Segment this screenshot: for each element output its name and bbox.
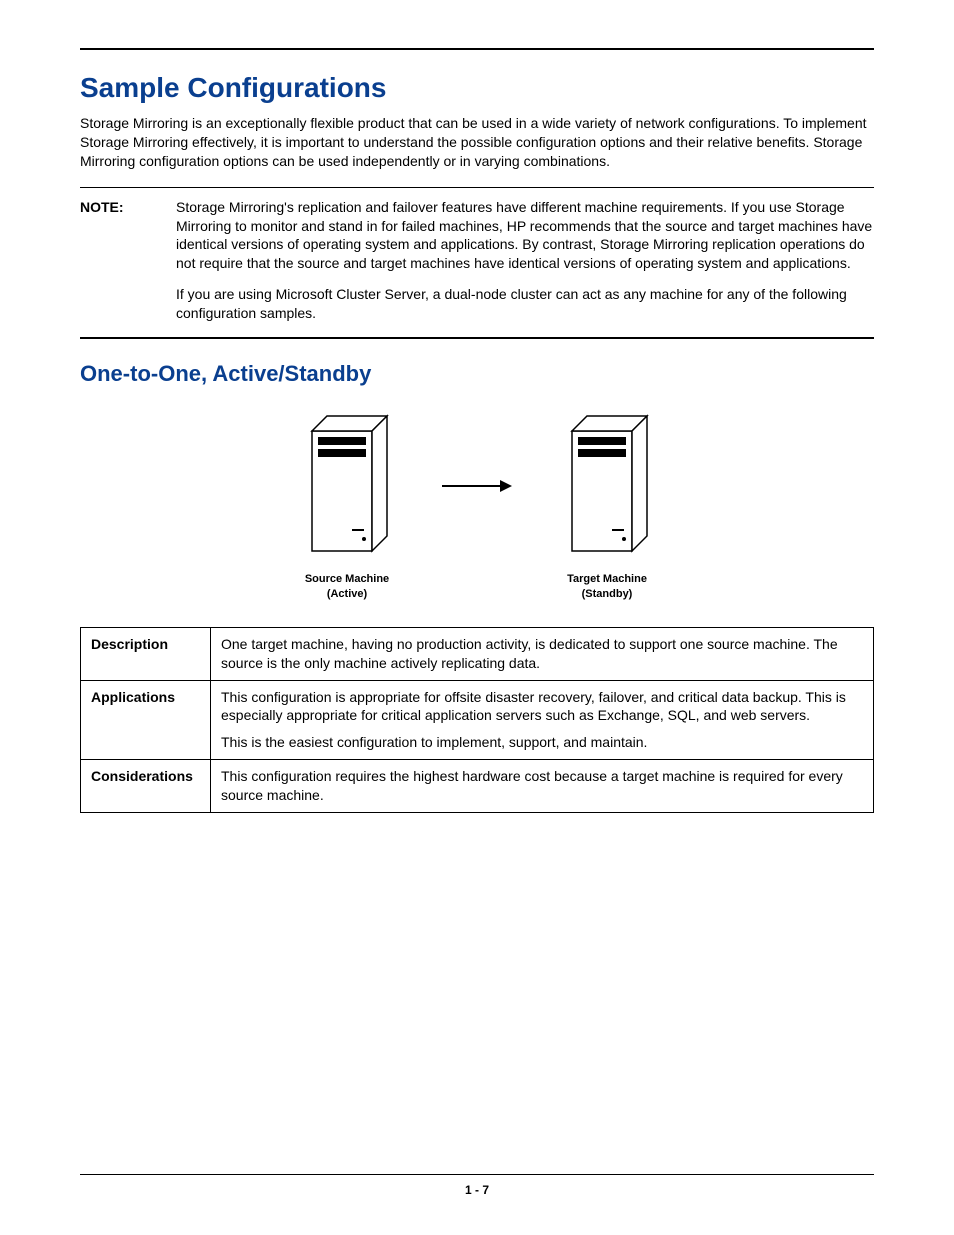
- note-paragraph-1: Storage Mirroring's replication and fail…: [176, 198, 874, 274]
- note-body: Storage Mirroring's replication and fail…: [176, 198, 874, 323]
- source-label-1: Source Machine: [302, 572, 392, 587]
- target-label-2: (Standby): [562, 587, 652, 602]
- applications-text: This configuration is appropriate for of…: [211, 680, 874, 760]
- table-row: Description One target machine, having n…: [81, 627, 874, 680]
- description-text: One target machine, having no production…: [211, 627, 874, 680]
- arrow-icon: [442, 411, 512, 561]
- configuration-table: Description One target machine, having n…: [80, 627, 874, 813]
- intro-paragraph: Storage Mirroring is an exceptionally fl…: [80, 114, 874, 171]
- note-block: NOTE: Storage Mirroring's replication an…: [80, 187, 874, 339]
- note-label: NOTE:: [80, 198, 148, 323]
- page-title: Sample Configurations: [80, 72, 874, 104]
- note-paragraph-2: If you are using Microsoft Cluster Serve…: [176, 285, 874, 323]
- target-machine-figure: Target Machine (Standby): [562, 411, 652, 603]
- server-icon: [302, 411, 392, 561]
- section-heading: One-to-One, Active/Standby: [80, 361, 874, 387]
- configuration-diagram: Source Machine (Active) Target Machine (…: [80, 411, 874, 603]
- applications-label: Applications: [81, 680, 211, 760]
- applications-p2: This is the easiest configuration to imp…: [221, 733, 863, 752]
- top-rule: [80, 48, 874, 50]
- source-label-2: (Active): [302, 587, 392, 602]
- table-row: Considerations This configuration requir…: [81, 760, 874, 813]
- description-label: Description: [81, 627, 211, 680]
- page-number: 1 - 7: [465, 1183, 489, 1197]
- table-row: Applications This configuration is appro…: [81, 680, 874, 760]
- considerations-text: This configuration requires the highest …: [211, 760, 874, 813]
- applications-p1: This configuration is appropriate for of…: [221, 688, 863, 726]
- source-machine-figure: Source Machine (Active): [302, 411, 392, 603]
- server-icon: [562, 411, 652, 561]
- page-footer: 1 - 7: [80, 1174, 874, 1197]
- considerations-label: Considerations: [81, 760, 211, 813]
- target-label-1: Target Machine: [562, 572, 652, 587]
